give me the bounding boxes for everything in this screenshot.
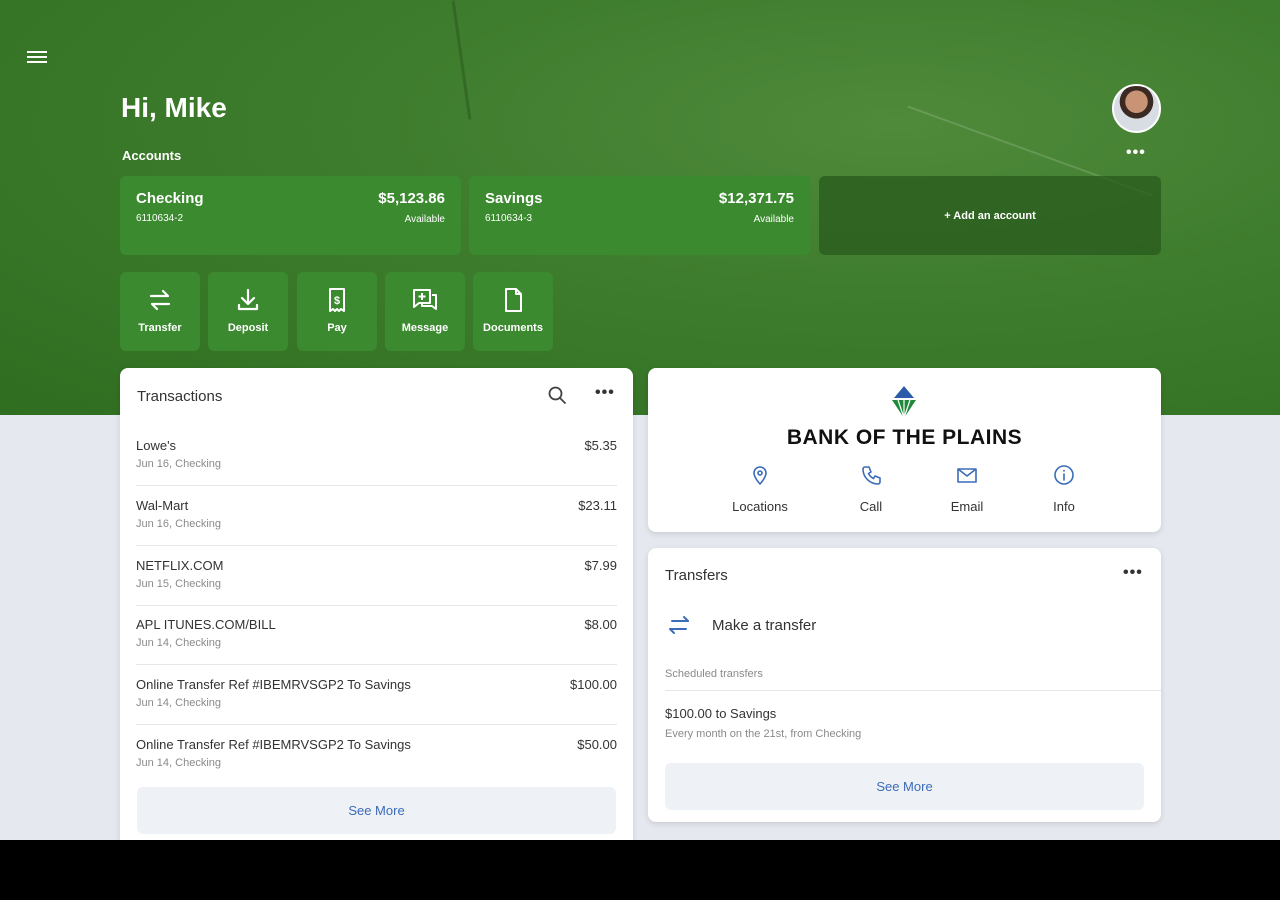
deposit-icon: [237, 288, 259, 311]
transfer-icon: [669, 616, 689, 634]
divider: [665, 690, 1161, 691]
make-transfer-label: Make a transfer: [712, 616, 817, 634]
bank-name: BANK OF THE PLAINS: [786, 426, 1023, 449]
action-label: Pay: [327, 322, 347, 334]
transaction-row[interactable]: Online Transfer Ref #IBEMRVSGP2 To Savin…: [136, 725, 617, 785]
transfers-see-more-button[interactable]: See More: [665, 763, 1144, 810]
pay-button[interactable]: $ Pay: [297, 272, 377, 351]
account-balance: $12,371.75: [718, 190, 794, 207]
contact-label: Email: [950, 499, 984, 514]
transaction-description: Lowe's: [136, 438, 177, 453]
pay-icon: $: [329, 288, 345, 312]
transaction-meta: Jun 16, Checking: [136, 458, 221, 470]
transaction-amount: $50.00: [577, 737, 617, 752]
call-button[interactable]: Call: [831, 464, 911, 514]
info-button[interactable]: Info: [1024, 464, 1104, 514]
transaction-meta: Jun 14, Checking: [136, 697, 221, 709]
action-label: Deposit: [227, 322, 269, 334]
account-number: 6110634-3: [485, 213, 533, 224]
greeting: Hi, Mike: [121, 92, 227, 123]
transaction-row[interactable]: Lowe's Jun 16, Checking $5.35: [136, 426, 617, 486]
add-account-button[interactable]: + Add an account: [819, 176, 1161, 255]
deposit-button[interactable]: Deposit: [208, 272, 288, 351]
transaction-description: Online Transfer Ref #IBEMRVSGP2 To Savin…: [136, 677, 411, 692]
transaction-description: Online Transfer Ref #IBEMRVSGP2 To Savin…: [136, 737, 411, 752]
transaction-description: APL ITUNES.COM/BILL: [136, 617, 276, 632]
transactions-see-more-button[interactable]: See More: [137, 787, 616, 834]
email-icon: [957, 468, 977, 483]
account-card-savings[interactable]: Savings 6110634-3 $12,371.75 Available: [469, 176, 810, 255]
action-label: Message: [401, 322, 449, 334]
account-number: 6110634-2: [136, 213, 184, 224]
accounts-more-dots-icon[interactable]: •••: [1126, 144, 1146, 162]
app-window: Hi, Mike Accounts ••• Checking 6110634-2…: [0, 0, 1280, 840]
phone-icon: [862, 466, 881, 485]
action-label: Documents: [483, 322, 543, 334]
transactions-title: Transactions: [137, 388, 223, 405]
documents-button[interactable]: Documents: [473, 272, 553, 351]
action-label: Transfer: [138, 322, 182, 334]
transaction-meta: Jun 15, Checking: [136, 578, 221, 590]
transaction-row[interactable]: Online Transfer Ref #IBEMRVSGP2 To Savin…: [136, 665, 617, 725]
transactions-more-dots-icon[interactable]: •••: [595, 384, 615, 402]
account-status: Available: [404, 214, 445, 225]
transfers-card: Transfers ••• Make a transfer Scheduled …: [648, 548, 1161, 822]
hamburger-icon[interactable]: [27, 48, 47, 66]
scheduled-transfer-title[interactable]: $100.00 to Savings: [665, 706, 776, 721]
message-icon: [413, 289, 437, 310]
search-icon[interactable]: [547, 385, 567, 405]
account-card-checking[interactable]: Checking 6110634-2 $5,123.86 Available: [120, 176, 461, 255]
scheduled-transfers-label: Scheduled transfers: [665, 668, 763, 680]
svg-text:$: $: [334, 295, 340, 307]
contact-label: Locations: [732, 499, 788, 514]
avatar[interactable]: [1112, 84, 1161, 133]
account-status: Available: [753, 214, 794, 225]
transaction-meta: Jun 14, Checking: [136, 637, 221, 649]
transaction-row[interactable]: Wal-Mart Jun 16, Checking $23.11: [136, 486, 617, 546]
transaction-row[interactable]: NETFLIX.COM Jun 15, Checking $7.99: [136, 546, 617, 606]
transaction-amount: $8.00: [584, 617, 617, 632]
transaction-amount: $23.11: [578, 498, 617, 513]
make-transfer-button[interactable]: Make a transfer: [664, 610, 816, 640]
message-button[interactable]: Message: [385, 272, 465, 351]
transaction-meta: Jun 14, Checking: [136, 757, 221, 769]
transaction-amount: $5.35: [584, 438, 617, 453]
contact-label: Call: [859, 499, 883, 514]
scheduled-transfer-subtitle: Every month on the 21st, from Checking: [665, 728, 862, 740]
account-balance: $5,123.86: [378, 190, 445, 207]
bank-info-card: BANK OF THE PLAINS Locations Call Email …: [648, 368, 1161, 532]
location-pin-icon: [753, 466, 767, 486]
transfers-title: Transfers: [665, 567, 728, 584]
email-button[interactable]: Email: [927, 464, 1007, 514]
locations-button[interactable]: Locations: [720, 464, 800, 514]
contact-label: Info: [1053, 499, 1075, 514]
transaction-meta: Jun 16, Checking: [136, 518, 221, 530]
info-icon: [1054, 465, 1074, 485]
transfer-button[interactable]: Transfer: [120, 272, 200, 351]
transaction-description: Wal-Mart: [136, 498, 189, 513]
bank-logo-icon: [892, 386, 916, 419]
transaction-description: NETFLIX.COM: [136, 558, 224, 573]
accounts-label: Accounts: [122, 148, 182, 163]
transaction-amount: $7.99: [584, 558, 617, 573]
transactions-card: Transactions ••• Lowe's Jun 16, Checking…: [120, 368, 633, 840]
transfer-icon: [149, 289, 171, 311]
transaction-row[interactable]: APL ITUNES.COM/BILL Jun 14, Checking $8.…: [136, 605, 617, 665]
transaction-amount: $100.00: [570, 677, 617, 692]
transfers-more-dots-icon[interactable]: •••: [1123, 564, 1143, 582]
documents-icon: [505, 288, 522, 312]
